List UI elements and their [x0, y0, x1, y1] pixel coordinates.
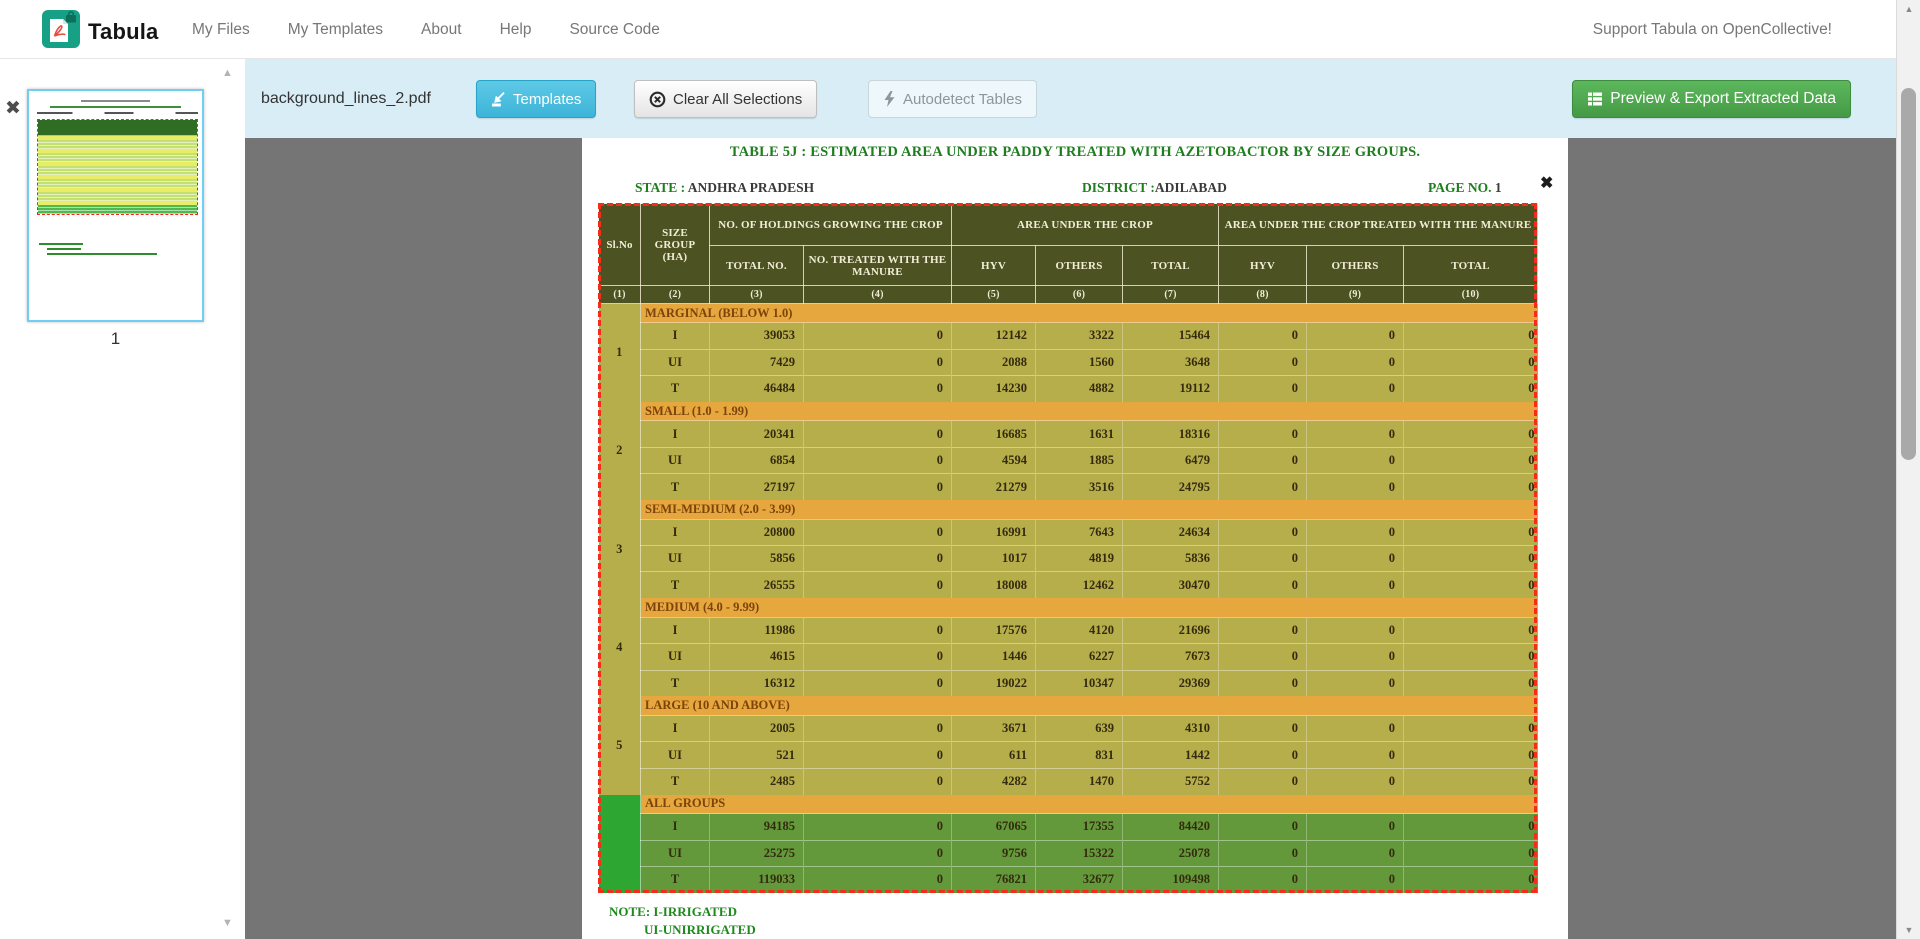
- pdf-state-line: STATE : ANDHRA PRADESH: [635, 180, 814, 196]
- navbar: Tabula My Files My Templates About Help …: [0, 0, 1920, 59]
- district-label: DISTRICT :: [1082, 180, 1155, 195]
- import-icon: [491, 92, 506, 107]
- window-scrollbar[interactable]: ▲ ▼: [1896, 0, 1920, 939]
- sidebar-scroll-down-icon[interactable]: ▼: [222, 917, 233, 929]
- scrollbar-up-icon[interactable]: ▲: [1897, 4, 1920, 14]
- remove-page-icon[interactable]: ✖: [5, 99, 21, 118]
- selection-close-icon[interactable]: ✖: [1540, 176, 1553, 192]
- note-line-2: UI-UNIRRIGATED: [644, 922, 756, 938]
- state-label: STATE :: [635, 180, 685, 195]
- preview-export-button[interactable]: Preview & Export Extracted Data: [1572, 80, 1851, 118]
- templates-label: Templates: [513, 91, 581, 108]
- thumbnail-title-line: [81, 100, 150, 102]
- pdf-table-title: TABLE 5J : ESTIMATED AREA UNDER PADDY TR…: [582, 144, 1568, 161]
- file-title: background_lines_2.pdf: [261, 59, 431, 138]
- pageno-label: PAGE NO.: [1428, 180, 1492, 195]
- toolbar: background_lines_2.pdf Templates Clear A…: [245, 59, 1896, 138]
- pdf-pageno-line: PAGE NO. 1: [1428, 180, 1502, 196]
- sidebar-scroll-up-icon[interactable]: ▲: [222, 67, 233, 79]
- support-link[interactable]: Support Tabula on OpenCollective!: [1593, 0, 1832, 59]
- thumbnail-note-lines: [39, 243, 157, 258]
- pdf-viewer-area: TABLE 5J : ESTIMATED AREA UNDER PADDY TR…: [245, 138, 1896, 939]
- thumbnail-mini-table: [37, 119, 198, 215]
- scrollbar-thumb[interactable]: [1901, 88, 1916, 460]
- thumbnail-meta-line: [37, 112, 198, 114]
- templates-button[interactable]: Templates: [476, 80, 596, 118]
- nav-links: My Files My Templates About Help Source …: [192, 0, 660, 59]
- page-thumbnails-sidebar: ✖ 1 ▲ ▼: [0, 59, 245, 939]
- flash-icon: [883, 91, 896, 107]
- preview-export-label: Preview & Export Extracted Data: [1610, 90, 1836, 108]
- table-list-icon: [1587, 91, 1603, 107]
- pageno-value: 1: [1495, 180, 1502, 195]
- remove-circle-icon: [649, 91, 666, 108]
- tabula-pdf-lock-icon: [42, 10, 80, 53]
- pdf-notes: NOTE: I-IRRIGATED UI-UNIRRIGATED: [609, 904, 756, 938]
- scrollbar-down-icon[interactable]: ▼: [1897, 925, 1920, 935]
- nav-item-source-code[interactable]: Source Code: [569, 21, 659, 39]
- nav-item-about[interactable]: About: [421, 21, 462, 39]
- clear-all-selections-label: Clear All Selections: [673, 91, 802, 108]
- pdf-page[interactable]: TABLE 5J : ESTIMATED AREA UNDER PADDY TR…: [582, 138, 1568, 939]
- autodetect-tables-label: Autodetect Tables: [903, 91, 1022, 108]
- table-selection-box[interactable]: [598, 203, 1537, 893]
- thumbnail-subtitle-line: [50, 106, 181, 108]
- note-line-1: NOTE: I-IRRIGATED: [609, 904, 756, 920]
- brand-link[interactable]: Tabula: [42, 10, 158, 53]
- state-value: ANDHRA PRADESH: [688, 180, 814, 195]
- page-thumbnail[interactable]: [27, 89, 204, 322]
- clear-all-selections-button[interactable]: Clear All Selections: [634, 80, 817, 118]
- thumbnail-page-number: 1: [27, 329, 204, 349]
- district-value: ADILABAD: [1155, 180, 1227, 195]
- autodetect-tables-button[interactable]: Autodetect Tables: [868, 80, 1037, 118]
- pdf-district-line: DISTRICT :ADILABAD: [1082, 180, 1227, 196]
- nav-item-help[interactable]: Help: [500, 21, 532, 39]
- nav-item-my-files[interactable]: My Files: [192, 21, 250, 39]
- nav-item-my-templates[interactable]: My Templates: [288, 21, 383, 39]
- brand-title: Tabula: [88, 19, 158, 45]
